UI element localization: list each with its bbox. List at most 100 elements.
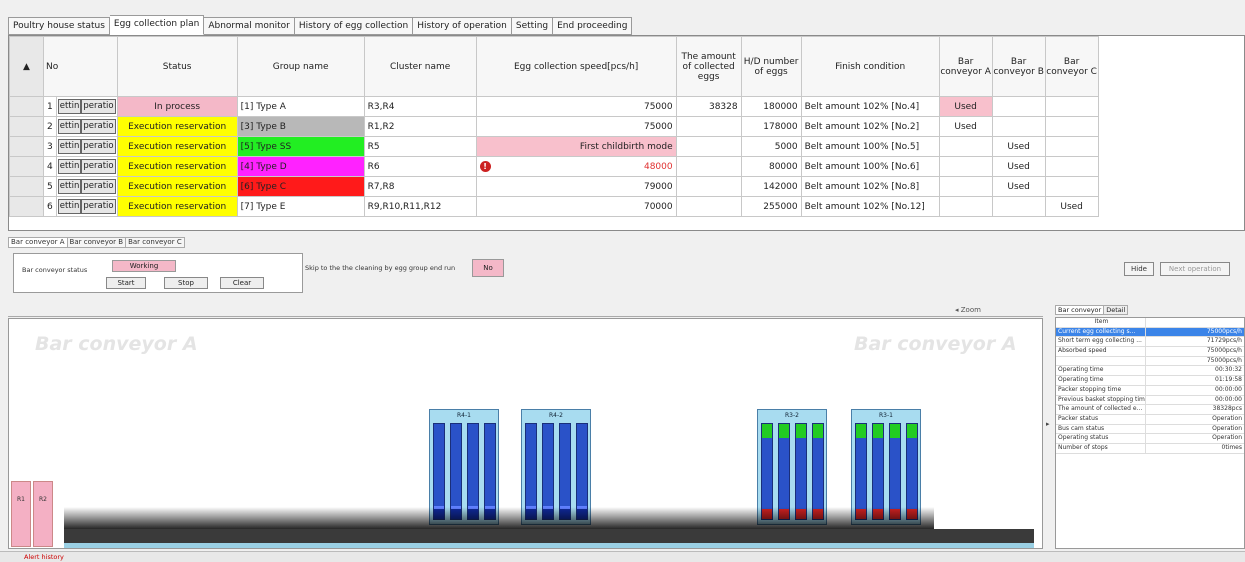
- info-row[interactable]: Packer status Operation: [1056, 414, 1244, 425]
- operation-button[interactable]: peratio: [81, 159, 116, 174]
- section-block-1[interactable]: R1: [11, 481, 31, 547]
- operation-button[interactable]: peratio: [81, 199, 116, 214]
- conveyor-watermark-right: Bar conveyor A: [854, 333, 1017, 355]
- row-speed: 79000: [475, 176, 677, 197]
- col-finish-condition: Finish condition: [800, 36, 940, 97]
- info-row[interactable]: 75000pcs/h: [1056, 356, 1244, 367]
- egg-unit-label: R3-1: [879, 412, 893, 419]
- table-row[interactable]: 5 ettin peratio Execution reservation [6] Ty…: [9, 176, 1099, 197]
- info-row[interactable]: Current egg collecting s... 75000pcs/h: [1056, 327, 1244, 338]
- operation-button[interactable]: peratio: [81, 99, 116, 114]
- row-status: Execution reservation: [116, 116, 238, 137]
- stop-button[interactable]: Stop: [164, 277, 208, 289]
- chevron-right-icon[interactable]: ▸: [1046, 420, 1050, 428]
- row-bar-conveyor-c: [1044, 136, 1099, 157]
- info-row[interactable]: Number of stops 0times: [1056, 443, 1244, 454]
- operation-button[interactable]: peratio: [81, 119, 116, 134]
- setting-button[interactable]: ettin: [57, 199, 82, 214]
- info-row[interactable]: Operating time 00:30:32: [1056, 366, 1244, 377]
- row-group: [1] Type A: [236, 96, 365, 117]
- egg-accumulation-shadow: [64, 507, 934, 529]
- row-selector[interactable]: [9, 116, 44, 137]
- next-operation-button[interactable]: Next operation: [1160, 262, 1230, 276]
- info-value: Operation: [1212, 434, 1242, 442]
- row-hd: 255000: [740, 196, 802, 217]
- tab-detail[interactable]: Detail: [1104, 305, 1129, 315]
- tab-end-proceeding[interactable]: End proceeding: [553, 17, 633, 35]
- info-row[interactable]: Previous basket stopping time 00:00:00: [1056, 395, 1244, 406]
- info-row[interactable]: Short term egg collecting ... 71729pcs/h: [1056, 337, 1244, 348]
- table-row[interactable]: 6 ettin peratio Execution reservation [7] Ty…: [9, 196, 1099, 217]
- row-buttons: ettin peratio: [55, 136, 118, 157]
- info-row[interactable]: Operating status Operation: [1056, 434, 1244, 444]
- tab-bar-conveyor-info[interactable]: Bar conveyor: [1055, 305, 1105, 315]
- table-row[interactable]: 1 ettin peratio In process [1] Type A R3,R4 75…: [9, 96, 1099, 117]
- hide-button[interactable]: Hide: [1124, 262, 1154, 276]
- setting-button[interactable]: ettin: [57, 159, 82, 174]
- row-hd: 5000: [740, 136, 802, 157]
- row-selector[interactable]: [9, 156, 44, 177]
- start-button[interactable]: Start: [106, 277, 146, 289]
- info-header-row: Item: [1056, 318, 1244, 328]
- conveyor-status-label: Bar conveyor status: [22, 266, 88, 274]
- subtab-bar-conveyor-a[interactable]: Bar conveyor A: [8, 237, 68, 248]
- info-value: 75000pcs/h: [1206, 356, 1242, 364]
- row-selector[interactable]: [9, 176, 44, 197]
- row-selector[interactable]: [9, 136, 44, 157]
- tab-poultry-house-status[interactable]: Poultry house status: [8, 17, 110, 35]
- table-row[interactable]: 3 ettin peratio Execution reservation [5] Ty…: [9, 136, 1099, 157]
- operation-button[interactable]: peratio: [81, 179, 116, 194]
- subtab-bar-conveyor-c[interactable]: Bar conveyor C: [126, 237, 185, 248]
- info-value: 71729pcs/h: [1206, 337, 1242, 345]
- conveyor-status-value: Working: [112, 260, 176, 272]
- row-finish: Belt amount 102% [No.12]: [800, 196, 940, 217]
- row-bar-conveyor-b: Used: [991, 176, 1046, 197]
- plan-table: ▲ No Status Group name Cluster name Egg …: [9, 36, 1099, 217]
- row-selector[interactable]: [9, 196, 44, 217]
- alert-icon[interactable]: !: [479, 161, 491, 172]
- row-group: [3] Type B: [236, 116, 365, 137]
- row-cluster: R6: [363, 156, 477, 177]
- info-row[interactable]: The amount of collected e... 38328pcs: [1056, 405, 1244, 415]
- row-bar-conveyor-a: Used: [938, 96, 993, 117]
- table-row[interactable]: 4 ettin peratio Execution reservation [4] Ty…: [9, 156, 1099, 177]
- row-amount: 38328: [675, 96, 742, 117]
- info-row[interactable]: Bus cam status Operation: [1056, 424, 1244, 435]
- table-row[interactable]: 2 ettin peratio Execution reservation [3] Ty…: [9, 116, 1099, 137]
- info-value: Operation: [1212, 414, 1242, 422]
- setting-button[interactable]: ettin: [57, 119, 82, 134]
- zoom-control[interactable]: ◂ Zoom: [955, 306, 981, 314]
- tab-setting[interactable]: Setting: [511, 17, 554, 35]
- subtab-bar-conveyor-b[interactable]: Bar conveyor B: [67, 237, 127, 248]
- info-key: Current egg collecting s...: [1056, 327, 1146, 337]
- tab-history-operation[interactable]: History of operation: [413, 17, 512, 35]
- row-bar-conveyor-c: Used: [1044, 196, 1099, 217]
- section-block-2[interactable]: R2: [33, 481, 53, 547]
- row-cluster: R5: [363, 136, 477, 157]
- info-row[interactable]: Absorbed speed 75000pcs/h: [1056, 347, 1244, 357]
- setting-button[interactable]: ettin: [57, 179, 82, 194]
- row-bar-conveyor-b: [991, 96, 1046, 117]
- info-row[interactable]: Packer stopping time 00:00:00: [1056, 385, 1244, 396]
- info-value: 0times: [1221, 443, 1243, 451]
- tab-history-egg-collection[interactable]: History of egg collection: [294, 17, 414, 35]
- operation-button[interactable]: peratio: [81, 139, 116, 154]
- setting-button[interactable]: ettin: [57, 99, 82, 114]
- clear-button[interactable]: Clear: [220, 277, 264, 289]
- tab-abnormal-monitor[interactable]: Abnormal monitor: [204, 17, 295, 35]
- info-key: Packer status: [1056, 414, 1146, 424]
- setting-button[interactable]: ettin: [57, 139, 82, 154]
- row-selector[interactable]: [9, 96, 44, 117]
- sort-arrow-icon[interactable]: ▲: [9, 36, 44, 97]
- alert-history-link[interactable]: Alert history: [24, 553, 64, 561]
- status-bar: Alert history: [0, 551, 1245, 562]
- skip-value-toggle[interactable]: No: [472, 259, 504, 277]
- row-cluster: R7,R8: [363, 176, 477, 197]
- row-group: [6] Type C: [236, 176, 365, 197]
- tab-egg-collection-plan[interactable]: Egg collection plan: [109, 15, 205, 35]
- info-row[interactable]: Operating time 01:19:58: [1056, 376, 1244, 386]
- info-key: Operating time: [1056, 366, 1146, 376]
- info-header-item: Item: [1056, 318, 1146, 327]
- row-bar-conveyor-a: Used: [938, 116, 993, 137]
- row-bar-conveyor-b: [991, 116, 1046, 137]
